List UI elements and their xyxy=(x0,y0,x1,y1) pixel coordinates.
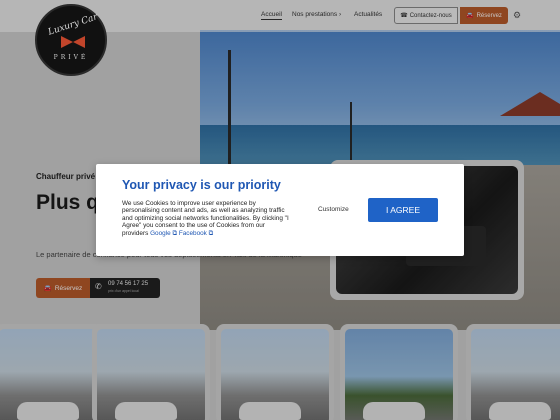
cookie-title: Your privacy is our priority xyxy=(122,178,281,192)
customize-button[interactable]: Customize xyxy=(318,206,349,213)
logo-script-text: Luxury Car xyxy=(46,12,100,38)
bow-tie-icon xyxy=(61,36,85,48)
logo[interactable]: Luxury Car PRIVÉ xyxy=(35,4,107,76)
google-link-label: Google xyxy=(150,229,171,237)
google-link[interactable]: Google ⧉ xyxy=(150,230,177,237)
facebook-link[interactable]: Facebook ⧉ xyxy=(179,230,213,237)
agree-button[interactable]: I AGREE xyxy=(368,198,438,222)
logo-word: PRIVÉ xyxy=(53,54,89,61)
cookie-text: We use Cookies to improve user experienc… xyxy=(122,200,290,237)
facebook-link-label: Facebook xyxy=(178,229,207,237)
